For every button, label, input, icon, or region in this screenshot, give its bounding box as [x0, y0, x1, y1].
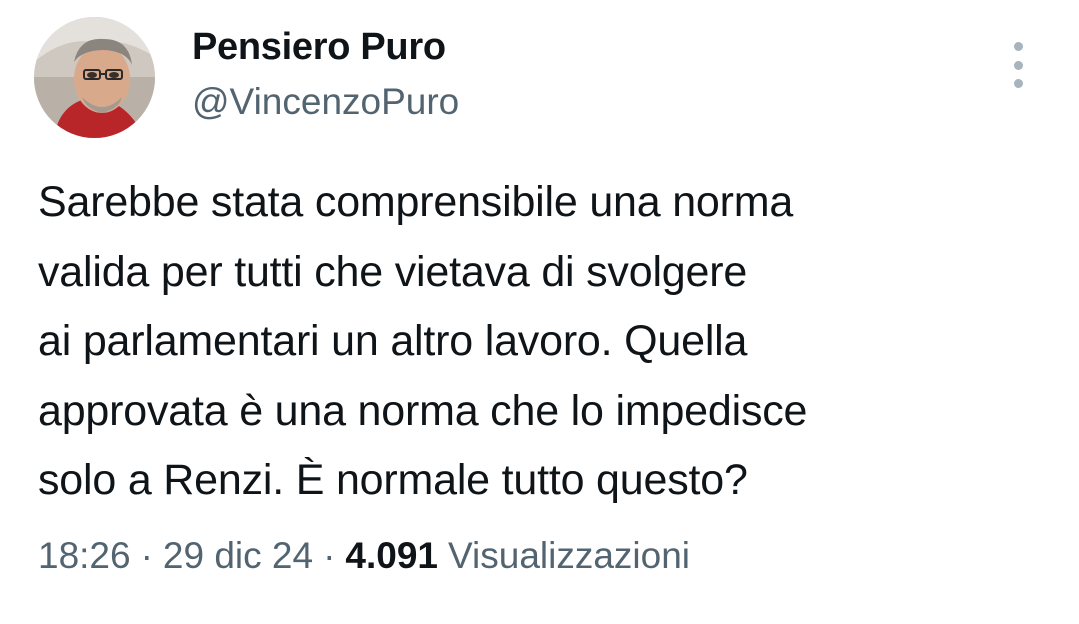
separator: ·	[323, 535, 336, 576]
tweet-text-line: ai parlamentari un altro lavoro. Quella	[38, 317, 748, 365]
tweet-text-line: solo a Renzi. È normale tutto questo?	[38, 456, 748, 504]
tweet-meta: 18:26 · 29 dic 24 · 4.091 Visualizzazioni	[38, 535, 690, 577]
avatar-image	[34, 17, 155, 138]
tweet-text-line: approvata è una norma che lo impedisce	[38, 386, 808, 435]
display-name[interactable]: Pensiero Puro	[192, 26, 446, 69]
tweet-card: Pensiero Puro @VincenzoPuro Sarebbe stat…	[0, 0, 1079, 624]
more-dot	[1013, 42, 1023, 51]
more-dot	[1013, 79, 1023, 88]
tweet-text-line: Sarebbe stata comprensibile una norma	[38, 178, 794, 226]
tweet-date[interactable]: 29 dic 24	[163, 535, 313, 576]
tweet-time[interactable]: 18:26	[38, 535, 131, 576]
tweet-text: Sarebbe stata comprensibile una norma va…	[38, 168, 1068, 516]
views-count: 4.091	[345, 535, 439, 576]
separator: ·	[140, 535, 153, 576]
user-handle[interactable]: @VincenzoPuro	[192, 81, 459, 123]
avatar[interactable]	[34, 17, 155, 138]
tweet-text-line: valida per tutti che vietava di svolgere	[38, 247, 748, 296]
views-label: Visualizzazioni	[448, 535, 691, 576]
more-vertical-icon[interactable]	[1003, 42, 1033, 88]
more-dot	[1013, 60, 1023, 70]
